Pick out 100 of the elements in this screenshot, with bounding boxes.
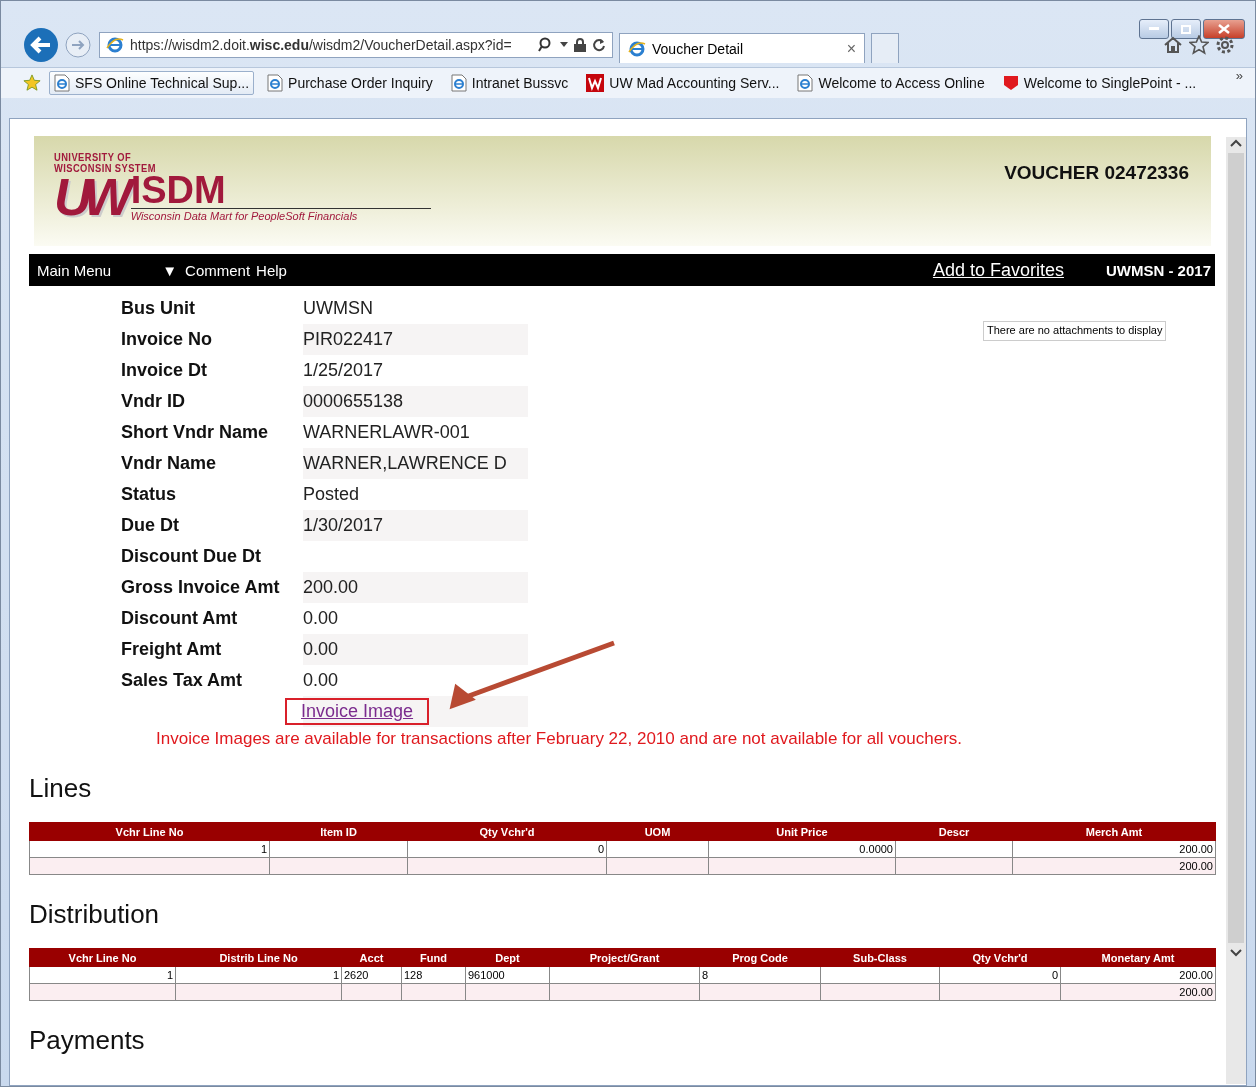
- scroll-up-icon[interactable]: [1230, 139, 1242, 147]
- field-label: Discount Due Dt: [121, 546, 262, 567]
- scrollbar[interactable]: [1226, 137, 1246, 1084]
- minimize-button[interactable]: [1139, 19, 1169, 39]
- invoice-images-notice: Invoice Images are available for transactions after February 22, 2010 and are not available for all vouchers.: [156, 729, 964, 749]
- field-label: Gross Invoice Amt: [121, 577, 281, 598]
- logo-name: ISDM: [130, 172, 227, 208]
- field-label: Discount Amt: [121, 608, 239, 629]
- column-header: Qty Vchr'd: [407, 822, 607, 841]
- refresh-icon[interactable]: [592, 38, 606, 52]
- column-header: Prog Code: [699, 948, 821, 967]
- column-header: Project/Grant: [549, 948, 700, 967]
- table-cell: 1: [166, 969, 173, 981]
- field-label: Sales Tax Amt: [121, 670, 244, 691]
- field-value: PIR022417: [303, 324, 528, 355]
- field-value: 0.00: [303, 634, 528, 665]
- logo-tagline: Wisconsin Data Mart for PeopleSoft Financials: [130, 208, 431, 222]
- table-cell: 128: [404, 969, 423, 981]
- column-header: Acct: [341, 948, 402, 967]
- field-label: Short Vndr Name: [121, 422, 270, 443]
- w-logo-icon: [586, 74, 605, 92]
- section-heading: Payments: [29, 1025, 146, 1056]
- favorite-title: Welcome to Access Online: [818, 75, 985, 91]
- field-label: Due Dt: [121, 515, 180, 536]
- favorites-star-icon[interactable]: [23, 74, 41, 92]
- field-label: Vndr Name: [121, 453, 218, 474]
- table-cell: 200.00: [1179, 860, 1213, 872]
- field-label: Bus Unit: [121, 298, 196, 319]
- dropdown-caret[interactable]: ▼: [162, 261, 178, 279]
- globe-icon: [106, 36, 124, 54]
- tab-close-button[interactable]: ×: [846, 39, 856, 58]
- maximize-button[interactable]: [1171, 19, 1201, 39]
- page-icon: [267, 74, 284, 92]
- tab-title: Voucher Detail: [652, 40, 745, 57]
- voucher-title: VOUCHER 02472336: [1004, 162, 1189, 185]
- column-header: Unit Price: [708, 822, 896, 841]
- favorite-link[interactable]: Welcome to SinglePoint - ...: [997, 72, 1202, 94]
- section-heading: Lines: [29, 773, 93, 804]
- star-icon[interactable]: [1189, 35, 1209, 55]
- home-icon[interactable]: [1163, 35, 1183, 55]
- maximize-icon: [1181, 24, 1191, 34]
- menu-item[interactable]: Comment: [185, 261, 251, 279]
- more-favorites-button[interactable]: »: [1235, 68, 1243, 83]
- field-value: 0000655138: [303, 386, 528, 417]
- table-cell: 200.00: [1179, 843, 1213, 855]
- url-text: https://wisdm2.doit.wisc.edu/wisdm2/VoucherDetail.aspx?id=: [130, 37, 513, 53]
- favorite-link[interactable]: Welcome to Access Online: [792, 71, 990, 95]
- close-button[interactable]: [1203, 19, 1245, 39]
- field-value: UWMSN: [303, 297, 374, 320]
- favorite-title: Intranet Bussvc: [471, 75, 569, 91]
- favorite-link[interactable]: UW Mad Accounting Serv...: [581, 71, 785, 95]
- column-header: Qty Vchr'd: [939, 948, 1061, 967]
- invoice-image-link[interactable]: Invoice Image: [285, 698, 430, 725]
- favorite-link[interactable]: SFS Online Technical Sup...: [49, 71, 255, 95]
- shield-icon: [1002, 75, 1019, 91]
- field-label: Freight Amt: [121, 639, 223, 660]
- field-label: Invoice No: [121, 329, 214, 350]
- column-header: Item ID: [269, 822, 408, 841]
- field-label: Invoice Dt: [121, 360, 209, 381]
- field-value: 1/30/2017: [303, 510, 528, 541]
- favorite-title: Welcome to SinglePoint - ...: [1023, 75, 1197, 91]
- table-cell: 0.0000: [859, 843, 893, 855]
- lock-icon: [574, 38, 586, 52]
- column-header: Vchr Line No: [29, 822, 270, 841]
- field-value: WARNER,LAWRENCE D: [303, 448, 528, 479]
- table-cell: 2620: [344, 969, 369, 981]
- field-value: Posted: [303, 483, 361, 506]
- column-header: Descr: [895, 822, 1013, 841]
- column-header: Distrib Line No: [175, 948, 342, 967]
- settings-icon[interactable]: [1215, 35, 1235, 55]
- favorite-link[interactable]: Purchase Order Inquiry: [262, 71, 438, 95]
- favorite-title: Purchase Order Inquiry: [288, 75, 433, 91]
- favorite-link[interactable]: Intranet Bussvc: [445, 71, 574, 95]
- column-header: Dept: [465, 948, 550, 967]
- add-to-favorites-link[interactable]: Add to Favorites: [932, 259, 1064, 281]
- field-label: Status: [121, 484, 177, 505]
- column-header: Merch Amt: [1012, 822, 1216, 841]
- column-header: Vchr Line No: [29, 948, 176, 967]
- page-icon: [450, 74, 467, 92]
- browser-tab[interactable]: Voucher Detail ×: [619, 33, 865, 63]
- table-cell: 200.00: [1179, 986, 1213, 998]
- favorite-title: SFS Online Technical Sup...: [75, 75, 250, 91]
- globe-icon: [628, 39, 646, 58]
- field-value: 0.00: [303, 607, 340, 630]
- attachments-notice: There are no attachments to display: [983, 321, 1167, 341]
- page-icon: [797, 74, 814, 92]
- menu-item[interactable]: Main Menu: [37, 261, 112, 279]
- page-icon: [54, 74, 70, 92]
- column-header: Sub-Class: [820, 948, 940, 967]
- table-cell: 0: [1051, 969, 1058, 981]
- address-bar[interactable]: https://wisdm2.doit.wisc.edu/wisdm2/VoucherDetail.aspx?id=: [99, 32, 613, 58]
- menu-item[interactable]: Help: [256, 261, 287, 279]
- favorite-title: UW Mad Accounting Serv...: [609, 75, 780, 91]
- scroll-down-icon[interactable]: [1230, 949, 1242, 957]
- dropdown-caret-icon[interactable]: [560, 42, 568, 48]
- column-header: Fund: [401, 948, 466, 967]
- logo-text: UNIVERSITY OF: [54, 152, 133, 163]
- field-value: 1/25/2017: [303, 359, 385, 382]
- back-button[interactable]: [23, 27, 59, 63]
- column-header: Monetary Amt: [1060, 948, 1216, 967]
